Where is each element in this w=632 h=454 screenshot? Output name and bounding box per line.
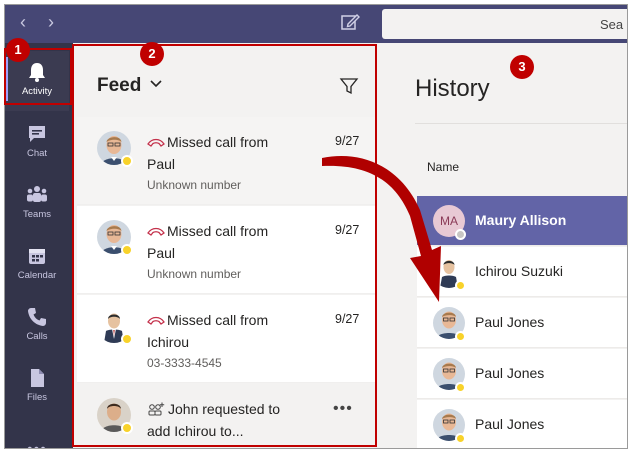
callout-badge-1: 1: [6, 38, 30, 62]
callout-arrow: [322, 155, 441, 302]
callout-badge-3: 3: [510, 55, 534, 79]
callout-badge-2: 2: [140, 42, 164, 66]
